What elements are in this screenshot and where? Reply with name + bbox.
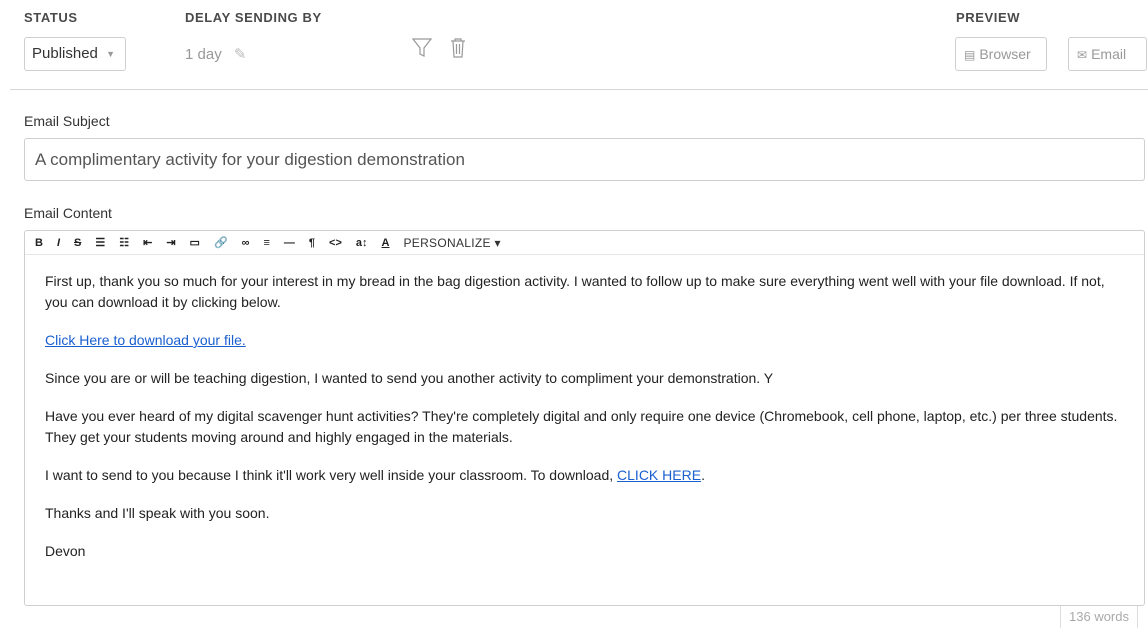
trash-icon[interactable] xyxy=(449,37,467,64)
delay-value[interactable]: 1 day ✎ xyxy=(185,45,246,63)
indent-button[interactable]: ⇥ xyxy=(166,231,175,255)
font-size-icon[interactable]: a↕ xyxy=(356,231,368,255)
paragraph: Have you ever heard of my digital scaven… xyxy=(45,408,1118,445)
word-count: 136 words xyxy=(1060,606,1138,628)
browser-label: Browser xyxy=(979,46,1031,62)
click-here-link[interactable]: CLICK HERE xyxy=(617,467,701,483)
email-label: Email xyxy=(1091,46,1127,62)
paragraph: I want to send to you because I think it… xyxy=(45,465,1125,486)
font-color-icon[interactable]: A xyxy=(382,231,390,255)
paragraph: First up, thank you so much for your int… xyxy=(45,273,1105,310)
strikethrough-button[interactable]: S xyxy=(74,231,81,255)
attach-icon[interactable]: 🔗 xyxy=(214,231,228,255)
delay-label: DELAY SENDING BY xyxy=(185,10,322,25)
signature: Devon xyxy=(45,543,86,559)
browser-icon: ▤ xyxy=(964,48,976,62)
paragraph: Since you are or will be teaching digest… xyxy=(45,370,774,386)
email-body[interactable]: First up, thank you so much for your int… xyxy=(45,271,1125,579)
status-select[interactable]: Published ▼ xyxy=(24,37,126,71)
paragraph: Thanks and I'll speak with you soon. xyxy=(45,505,270,521)
status-label: STATUS xyxy=(24,10,78,25)
outdent-button[interactable]: ⇤ xyxy=(143,231,152,255)
delay-text: 1 day xyxy=(185,46,222,63)
editor-toolbar: B I S ☰ ☷ ⇤ ⇥ ▭ 🔗 ∞ ≡ — ¶ <> a↕ A PERSON… xyxy=(25,231,1144,255)
link-icon[interactable]: ∞ xyxy=(242,231,250,255)
unordered-list-button[interactable]: ☰ xyxy=(95,231,105,255)
bold-button[interactable]: B xyxy=(35,231,43,255)
italic-button[interactable]: I xyxy=(57,231,60,255)
envelope-icon: ✉ xyxy=(1077,48,1088,62)
subject-label: Email Subject xyxy=(24,113,110,129)
content-editor[interactable]: B I S ☰ ☷ ⇤ ⇥ ▭ 🔗 ∞ ≡ — ¶ <> a↕ A PERSON… xyxy=(24,230,1145,606)
email-preview-button[interactable]: ✉ Email xyxy=(1068,37,1147,71)
preview-label: PREVIEW xyxy=(956,10,1021,25)
download-link[interactable]: Click Here to download your file. xyxy=(45,332,246,348)
paragraph-icon[interactable]: ¶ xyxy=(309,231,315,255)
divider xyxy=(10,89,1148,90)
code-icon[interactable]: <> xyxy=(329,231,342,255)
filter-icon[interactable] xyxy=(411,37,433,64)
paragraph-text: . xyxy=(701,467,705,483)
content-label: Email Content xyxy=(24,205,112,221)
chevron-down-icon: ▼ xyxy=(106,49,115,59)
image-icon[interactable]: ▭ xyxy=(190,231,200,255)
ordered-list-button[interactable]: ☷ xyxy=(119,231,129,255)
pencil-icon[interactable]: ✎ xyxy=(234,46,247,63)
horizontal-rule-icon[interactable]: — xyxy=(284,231,295,255)
subject-input[interactable]: A complimentary activity for your digest… xyxy=(24,138,1145,181)
paragraph-text: I want to send to you because I think it… xyxy=(45,467,618,483)
browser-preview-button[interactable]: ▤ Browser xyxy=(955,37,1047,71)
align-icon[interactable]: ≡ xyxy=(264,231,270,255)
status-value: Published xyxy=(32,45,98,62)
personalize-dropdown[interactable]: PERSONALIZE ▾ xyxy=(403,231,500,255)
